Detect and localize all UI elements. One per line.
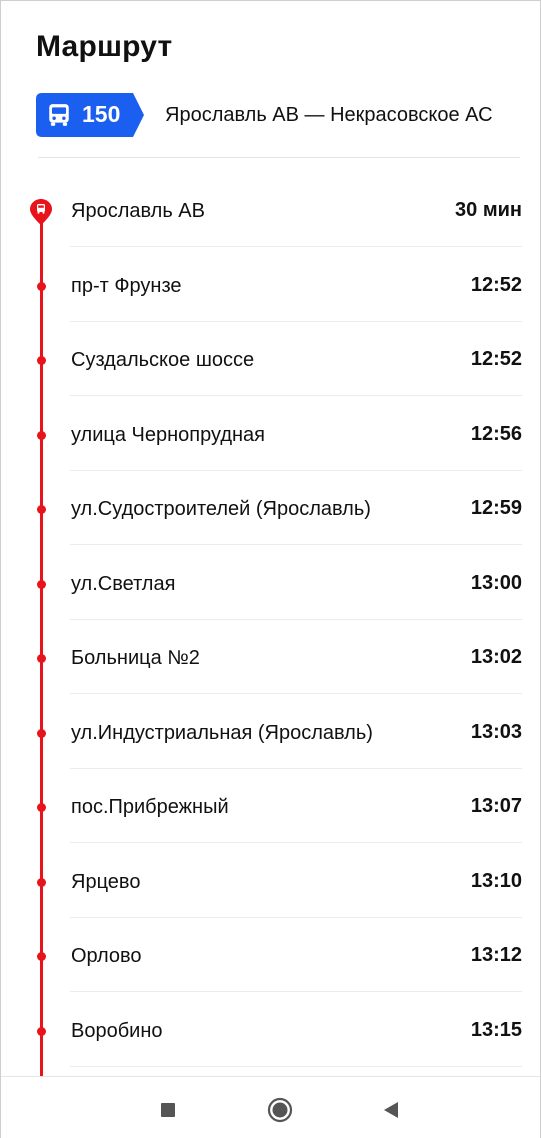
stop-name: улица Чернопрудная: [71, 423, 266, 446]
stop-time: 12:52: [470, 348, 522, 370]
stop-name: ул.Судостроителей (Ярославль): [71, 498, 371, 520]
stop-time: 30 мин: [455, 199, 522, 221]
stop-name: ул.Светлая: [71, 572, 176, 595]
stop-time: 12:52: [470, 273, 522, 296]
stop-name: Больница №2: [71, 647, 200, 669]
stop-row[interactable]: Воробино 13:15: [0, 993, 541, 1067]
route-number-badge[interactable]: 150: [36, 93, 144, 137]
stop-time: 12:59: [470, 497, 522, 519]
stop-row[interactable]: Ярцево 13:10: [0, 844, 541, 918]
system-navigation-bar: [1, 1076, 540, 1138]
stop-dot: [37, 505, 46, 514]
stop-time: 13:02: [470, 646, 522, 668]
stop-row[interactable]: ул.Судостроителей (Ярославль) 12:59: [0, 471, 541, 545]
stop-time: 12:56: [470, 422, 522, 445]
stop-row[interactable]: пос.Прибрежный 13:07: [0, 769, 541, 843]
stop-row[interactable]: пр-т Фрунзе 12:52: [0, 248, 541, 322]
stop-row[interactable]: Суздальское шоссе 12:52: [0, 322, 541, 396]
stop-time: 13:03: [470, 720, 522, 743]
stop-row[interactable]: улица Чернопрудная 12:56: [0, 397, 541, 471]
home-circle-icon[interactable]: [267, 1097, 293, 1123]
row-divider: [70, 1065, 522, 1067]
back-triangle-icon[interactable]: [382, 1101, 400, 1119]
stop-row[interactable]: ул.Светлая 13:00: [0, 546, 541, 620]
stop-row[interactable]: ул.Индустриальная (Ярославль) 13:03: [0, 695, 541, 769]
stop-dot: [37, 877, 46, 887]
stop-name: пос.Прибрежный: [71, 796, 229, 818]
stop-dot: [37, 356, 46, 365]
stop-row[interactable]: Ярославль АВ 30 мин: [0, 173, 541, 247]
stop-name: ул.Индустриальная (Ярославль): [71, 721, 373, 744]
route-number: 150: [82, 101, 121, 127]
stop-name: Орлово: [71, 945, 142, 967]
stop-name: Ярцево: [71, 870, 141, 893]
stop-dot: [37, 803, 46, 812]
stop-time: 13:10: [470, 869, 522, 892]
stop-name: Воробино: [71, 1019, 163, 1042]
stop-dot: [37, 952, 46, 961]
stop-dot: [37, 654, 46, 663]
stop-dot: [37, 579, 46, 589]
stop-name: Суздальское шоссе: [71, 349, 255, 371]
stop-name: пр-т Фрунзе: [71, 274, 182, 297]
stop-dot: [37, 1026, 46, 1036]
stop-time: 13:15: [470, 1018, 522, 1041]
page-title: Маршрут: [36, 30, 173, 63]
stop-time: 13:12: [470, 944, 522, 966]
start-stop-bus-pin-icon: [30, 199, 52, 225]
stop-dot: [37, 430, 46, 440]
stop-name: Ярославль АВ: [71, 200, 205, 222]
stop-time: 13:07: [470, 795, 522, 817]
header-divider: [38, 157, 520, 158]
route-name: Ярославль АВ — Некрасовское АС: [165, 104, 493, 126]
stop-time: 13:00: [470, 571, 522, 594]
route-header: 150 Ярославль АВ — Некрасовское АС: [36, 93, 526, 137]
recents-square-icon[interactable]: [160, 1102, 176, 1118]
bus-icon: [49, 104, 69, 126]
stop-row[interactable]: Орлово 13:12: [0, 918, 541, 992]
stop-dot: [37, 728, 46, 738]
stop-dot: [37, 281, 46, 291]
stop-row[interactable]: Больница №2 13:02: [0, 620, 541, 694]
